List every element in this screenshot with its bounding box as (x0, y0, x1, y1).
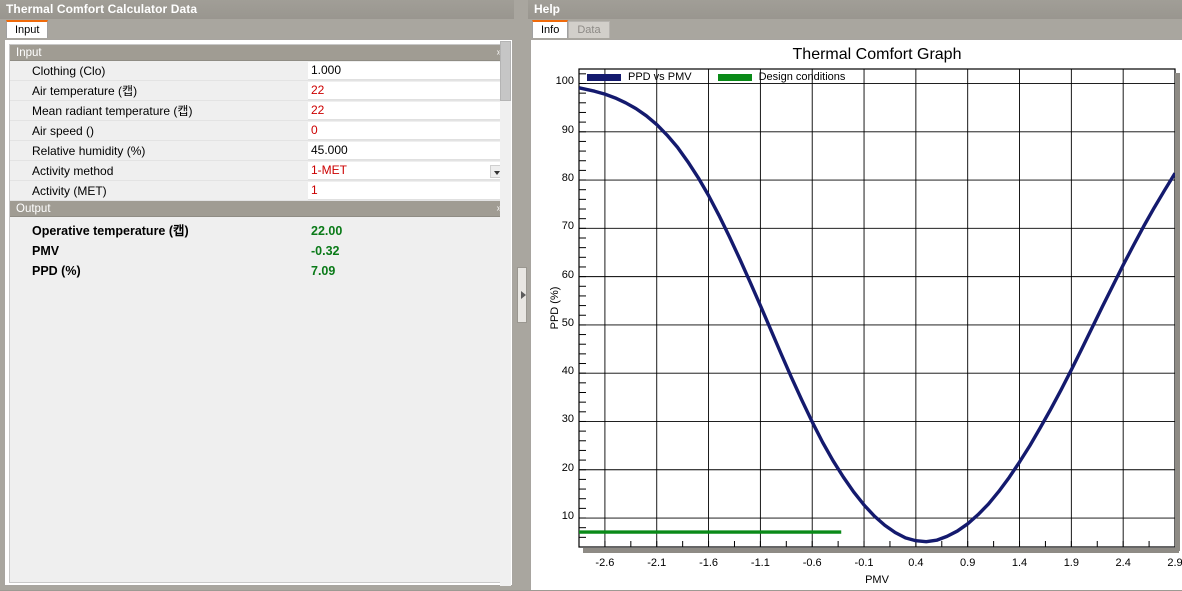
row-air-speed-field[interactable] (308, 122, 506, 140)
legend-swatch-icon (717, 73, 752, 81)
left-panel: Thermal Comfort Calculator Data Input In… (0, 0, 520, 590)
left-panel-content: Input » Clothing (Clo) 1.000 Air tempera… (4, 39, 513, 586)
right-panel: Help Info Data Thermal Comfort Graph PPD… (528, 0, 1182, 590)
row-relative-humidity-label: Relative humidity (%) (32, 144, 146, 158)
tab-input[interactable]: Input (6, 20, 49, 38)
row-mean-radiant-temperature-label: Mean radiant temperature (캡) (32, 104, 193, 118)
row-clothing-label: Clothing (Clo) (32, 64, 106, 78)
row-operative-temperature-value: 22.00 (311, 224, 343, 238)
right-tabstrip: Info Data (532, 20, 610, 39)
row-pmv: PMV -0.32 (10, 241, 508, 261)
row-air-temperature-value[interactable]: 22 (311, 81, 324, 100)
chart-legend: PPD vs PMV Design conditions (587, 71, 871, 83)
row-clothing-value[interactable]: 1.000 (311, 61, 341, 80)
row-mean-radiant-temperature[interactable]: Mean radiant temperature (캡) 22 (10, 101, 508, 121)
plot-right-shadow (1175, 73, 1180, 551)
row-air-temperature-label: Air temperature (캡) (32, 84, 138, 98)
row-relative-humidity-value[interactable]: 45.000 (311, 141, 348, 160)
row-relative-humidity[interactable]: Relative humidity (%) 45.000 (10, 141, 508, 161)
input-group-header[interactable]: Input » (10, 45, 508, 61)
tab-data-label: Data (577, 24, 601, 36)
legend-label: Design conditions (758, 71, 846, 84)
legend-item: Design conditions (717, 71, 846, 84)
tab-data[interactable]: Data (568, 21, 610, 38)
panel-splitter[interactable] (514, 0, 528, 590)
row-mean-radiant-temperature-field[interactable] (308, 102, 506, 120)
thermal-comfort-calculator-window: Thermal Comfort Calculator Data Input In… (0, 0, 1182, 590)
legend-item: PPD vs PMV (587, 71, 692, 83)
legend-swatch-icon (587, 73, 621, 81)
row-activity-met-label: Activity (MET) (32, 184, 107, 198)
right-panel-titlebar: Help (528, 0, 1182, 19)
left-tabstrip: Input (6, 20, 49, 39)
input-group-header-label: Input (16, 47, 42, 59)
row-activity-method-value[interactable]: 1-MET (311, 161, 347, 180)
output-group-header-label: Output (16, 203, 51, 215)
row-ppd-value: 7.09 (311, 264, 336, 278)
row-activity-met[interactable]: Activity (MET) 1 (10, 181, 508, 201)
plot-bottom-shadow (583, 548, 1179, 553)
tab-input-label: Input (15, 24, 40, 36)
row-pmv-label: PMV (32, 244, 60, 258)
tab-info-label: Info (541, 24, 560, 36)
left-panel-vertical-scrollbar[interactable] (500, 41, 511, 586)
right-panel-title: Help (534, 2, 561, 16)
property-grid: Input » Clothing (Clo) 1.000 Air tempera… (9, 44, 509, 583)
thermal-comfort-chart: Thermal Comfort Graph PPD (%) PMV 10 20 30… (531, 40, 1182, 591)
splitter-collapse-handle[interactable] (517, 267, 527, 323)
row-air-speed[interactable]: Air speed () 0 (10, 121, 508, 141)
right-panel-content: Thermal Comfort Graph PPD (%) PMV 10 20 30… (530, 39, 1182, 590)
left-panel-titlebar: Thermal Comfort Calculator Data (0, 0, 520, 19)
tab-info[interactable]: Info (532, 20, 569, 38)
scrollbar-thumb[interactable] (500, 41, 511, 101)
row-ppd: PPD (%) 7.09 (10, 261, 508, 281)
row-air-speed-label: Air speed () (32, 124, 95, 138)
row-operative-temperature-label: Operative temperature (캡) (32, 224, 189, 238)
row-air-temperature-field[interactable] (308, 82, 506, 100)
row-activity-met-field[interactable] (308, 182, 506, 200)
row-ppd-label: PPD (%) (32, 264, 81, 278)
row-activity-method-label: Activity method (32, 164, 114, 178)
row-activity-method[interactable]: Activity method 1-MET (10, 161, 508, 181)
row-activity-met-value[interactable]: 1 (311, 181, 318, 200)
output-group-header[interactable]: Output » (10, 201, 508, 217)
row-operative-temperature: Operative temperature (캡) 22.00 (10, 221, 508, 241)
row-pmv-value: -0.32 (311, 244, 340, 258)
chart-plot-svg (578, 68, 1177, 548)
left-panel-title: Thermal Comfort Calculator Data (6, 2, 198, 16)
legend-label: PPD vs PMV (628, 71, 692, 84)
row-air-temperature[interactable]: Air temperature (캡) 22 (10, 81, 508, 101)
row-clothing[interactable]: Clothing (Clo) 1.000 (10, 61, 508, 81)
row-air-speed-value[interactable]: 0 (311, 121, 318, 140)
row-mean-radiant-temperature-value[interactable]: 22 (311, 101, 324, 120)
